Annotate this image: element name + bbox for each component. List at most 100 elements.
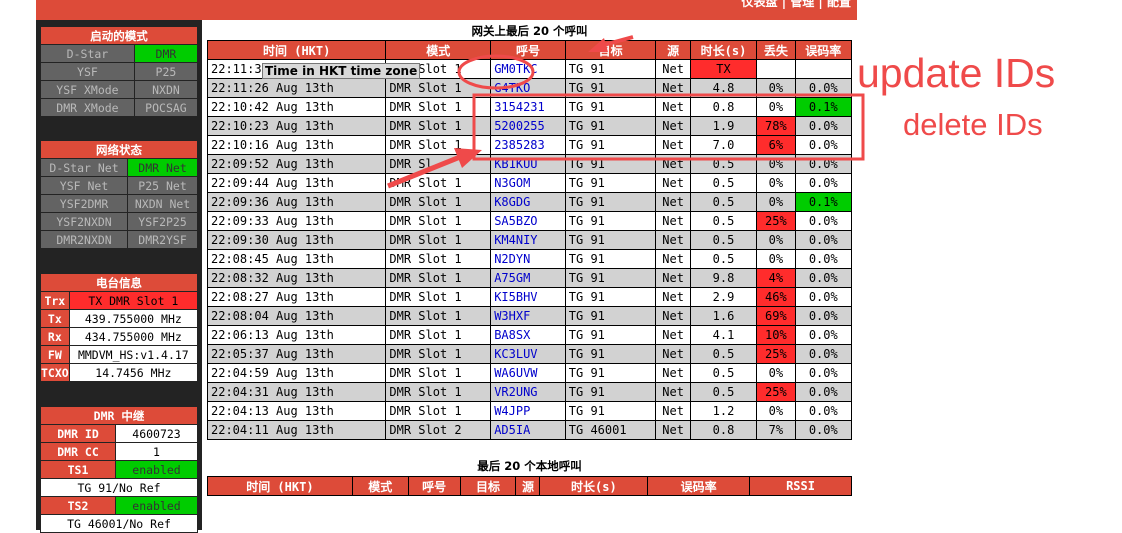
table-row: 22:09:44 Aug 13th DMR Slot 1 N3GOM TG 91 Net… (206, 173, 853, 193)
mode-dmr-xmode: DMR XMode (40, 98, 135, 117)
cell-time: 22:08:27 Aug 13th (206, 287, 387, 307)
network-dmr-net: DMR Net (127, 158, 198, 177)
cell-target: TG 91 (564, 306, 657, 326)
cell-duration: 9.8 (689, 268, 758, 288)
cell-callsign[interactable]: KB1KUU (490, 154, 566, 174)
cell-loss: 25% (756, 382, 796, 402)
cell-source: Net (655, 401, 691, 421)
cell-callsign[interactable]: N3GOM (490, 173, 566, 193)
cell-callsign[interactable]: 2385283 (490, 135, 566, 155)
cell-source: Net (655, 230, 691, 250)
cell-loss: 0% (756, 97, 796, 117)
gateway-title: 网关上最后 20 个呼叫 (202, 23, 857, 39)
cell-duration: 0.5 (689, 344, 758, 364)
cell-callsign[interactable]: 5200255 (490, 116, 566, 136)
cell-duration: 0.5 (689, 230, 758, 250)
cell-source: Net (655, 97, 691, 117)
cell-loss: 0% (756, 230, 796, 250)
cell-target: TG 91 (564, 382, 657, 402)
cell-ber (794, 59, 853, 79)
cell-target: TG 91 (564, 192, 657, 212)
cell-callsign[interactable]: W4JPP (490, 401, 566, 421)
cell-ber: 0.0% (794, 211, 853, 231)
cell-callsign[interactable]: 3154231 (490, 97, 566, 117)
cell-loss: 78% (756, 116, 796, 136)
cell-callsign[interactable]: G4TKO (490, 78, 566, 98)
radio-tx-value: 439.755000 MHz (68, 309, 199, 328)
cell-source: Net (655, 173, 691, 193)
ts1-ref: TG 91/No Ref (40, 478, 198, 497)
cell-source: Net (655, 268, 691, 288)
cell-loss: 0% (756, 249, 796, 269)
cell-mode: DMR Slot 1 (385, 230, 492, 250)
table-row: 22:08:32 Aug 13th DMR Slot 1 A75GM TG 91 Net… (206, 268, 853, 288)
radio-tcxo-label: TCXO (40, 363, 70, 382)
network-title: 网络状态 (40, 140, 198, 159)
cell-target: TG 91 (564, 344, 657, 364)
cell-callsign[interactable]: N2DYN (490, 249, 566, 269)
cell-duration: 0.5 (689, 192, 758, 212)
local-title-pre: 最后 (477, 459, 505, 473)
gateway-col-header-3: 目标 (564, 40, 657, 60)
cell-callsign[interactable]: SA5BZO (490, 211, 566, 231)
cell-mode: DMR Slot 2 (385, 420, 492, 440)
cell-callsign[interactable]: KI5BHV (490, 287, 566, 307)
cell-callsign[interactable]: KC3LUV (490, 344, 566, 364)
cell-duration: 0.5 (689, 249, 758, 269)
cell-time: 22:11:26 Aug 13th (206, 78, 387, 98)
cell-ber: 0.0% (794, 173, 853, 193)
ts2-state: enabled (115, 496, 198, 515)
table-row: 22:08:45 Aug 13th DMR Slot 1 N2DYN TG 91 Net… (206, 249, 853, 269)
cell-ber: 0.0% (794, 249, 853, 269)
cell-duration: 1.2 (689, 401, 758, 421)
table-row: 22:09:36 Aug 13th DMR Slot 1 K8GDG TG 91 Net… (206, 192, 853, 212)
mode-dmr: DMR (133, 44, 199, 63)
cell-callsign[interactable]: K8GDG (490, 192, 566, 212)
table-row: 22:10:23 Aug 13th DMR Slot 1 5200255 TG 91 N… (206, 116, 853, 136)
cell-target: TG 91 (564, 401, 657, 421)
cell-ber: 0.0% (794, 382, 853, 402)
gateway-title-pre: 网关上最后 (471, 24, 533, 38)
cell-mode: DMR Slot 1 (385, 344, 492, 364)
radio-fw-label: FW (40, 345, 70, 364)
cell-mode: DMR Slot 1 (385, 401, 492, 421)
radio-rx-value: 434.755000 MHz (68, 327, 199, 346)
cell-duration: 0.5 (689, 154, 758, 174)
cell-target: TG 91 (564, 363, 657, 383)
cell-mode: DMR Slot 1 (385, 268, 492, 288)
cell-loss: 46% (756, 287, 796, 307)
cell-ber: 0.1% (794, 192, 853, 212)
sidebar: 启动的模式 D-Star DMR YSF P25 YSF XMode NXDN DMR XM… (36, 20, 202, 533)
top-nav-links[interactable]: 仪表盘 | 管理 | 配置 (742, 0, 851, 10)
cell-target: TG 91 (564, 230, 657, 250)
cell-loss: 0% (756, 154, 796, 174)
cell-ber: 0.0% (794, 344, 853, 364)
gateway-col-header-7: 误码率 (794, 40, 853, 60)
gateway-col-header-1: 模式 (385, 40, 492, 60)
cell-time: 22:09:52 Aug 13th (206, 154, 387, 174)
cell-callsign[interactable]: BA8SX (490, 325, 566, 345)
mode-ysf: YSF (40, 62, 135, 81)
cell-callsign[interactable]: AD5IA (490, 420, 566, 440)
cell-callsign[interactable]: WA6UVW (490, 363, 566, 383)
cell-mode: DMR Slot 1 (385, 116, 492, 136)
network-ysf2dmr: YSF2DMR (39, 194, 129, 213)
cell-mode: DMR Slot 1 (385, 363, 492, 383)
cell-callsign[interactable]: A75GM (490, 268, 566, 288)
gateway-col-header-6: 丢失 (756, 40, 796, 60)
mode-pocsag: POCSAG (133, 98, 199, 117)
cell-source: Net (655, 363, 691, 383)
dmr-repeater-panel: DMR 中继 DMR ID 4600723 DMR CC 1 TS1 enabl… (40, 406, 198, 533)
cell-loss: 10% (756, 325, 796, 345)
table-row: 22:04:11 Aug 13th DMR Slot 2 AD5IA TG 46001… (206, 420, 853, 440)
cell-callsign[interactable]: GM0TKC (490, 59, 566, 79)
cell-callsign[interactable]: VR2UNG (490, 382, 566, 402)
top-bar: 仪表盘 | 管理 | 配置 (36, 0, 857, 20)
cell-ber: 0.0% (794, 401, 853, 421)
cell-callsign[interactable]: KM4NIY (490, 230, 566, 250)
cell-mode: DMR Slot 1 (385, 306, 492, 326)
cell-time: 22:04:59 Aug 13th (206, 363, 387, 383)
cell-callsign[interactable]: W3HXF (490, 306, 566, 326)
cell-source: Net (655, 135, 691, 155)
cell-mode: DMR Slot 1 (385, 192, 492, 212)
